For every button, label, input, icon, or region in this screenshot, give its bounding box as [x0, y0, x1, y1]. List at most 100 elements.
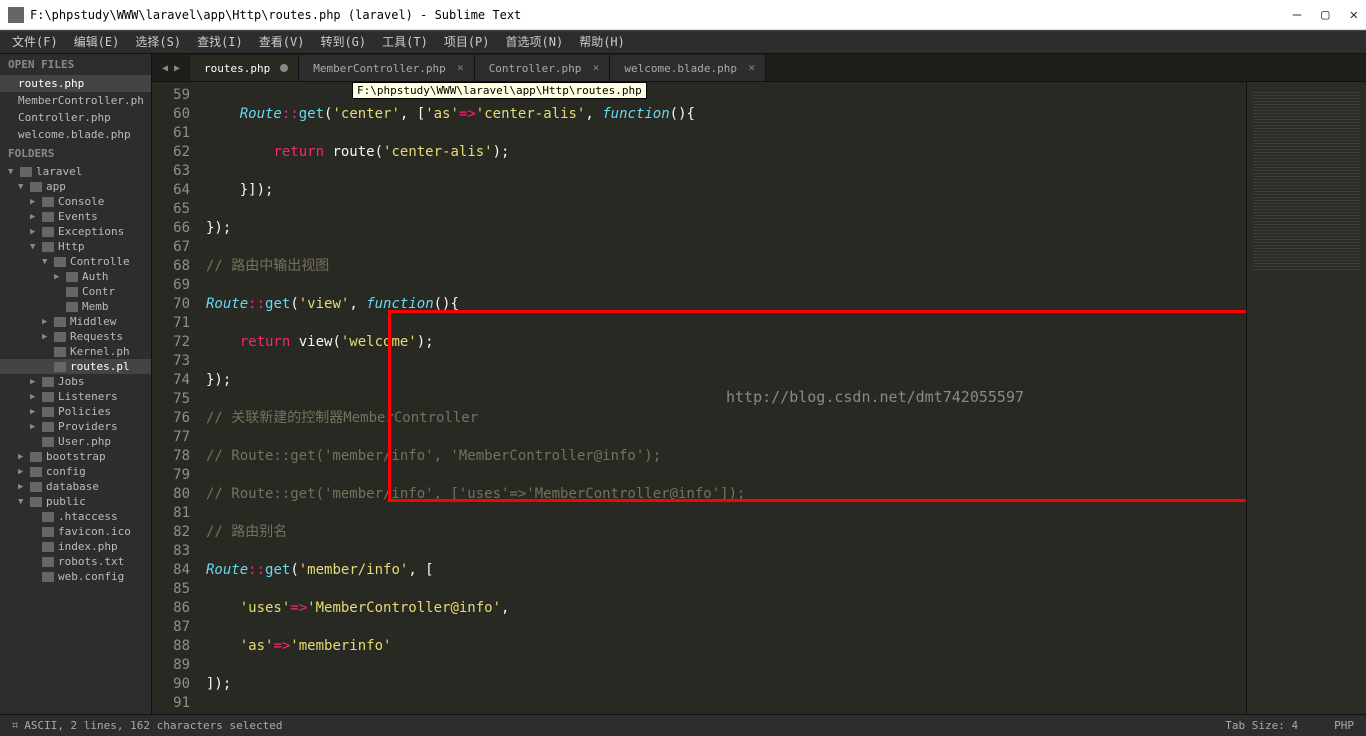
tree-item-label: public [46, 495, 86, 508]
statusbar: ⌗ ASCII, 2 lines, 162 characters selecte… [0, 714, 1366, 736]
tree-item[interactable]: ▼Controlle [0, 254, 151, 269]
tree-item[interactable]: Kernel.ph [0, 344, 151, 359]
status-tabsize[interactable]: Tab Size: 4 [1225, 719, 1298, 732]
menu-goto[interactable]: 转到(G) [312, 30, 374, 54]
chevron-icon: ▼ [18, 182, 26, 192]
close-icon[interactable]: × [593, 61, 600, 74]
tree-item[interactable]: .htaccess [0, 509, 151, 524]
menu-help[interactable]: 帮助(H) [571, 30, 633, 54]
tab-membercontroller[interactable]: MemberController.php× [299, 55, 474, 81]
tree-item[interactable]: ▶Requests [0, 329, 151, 344]
status-syntax[interactable]: PHP [1334, 719, 1354, 732]
tree-item[interactable]: Contr [0, 284, 151, 299]
tree-item-label: app [46, 180, 66, 193]
tree-item[interactable]: ▶Middlew [0, 314, 151, 329]
tree-item-label: Events [58, 210, 98, 223]
chevron-icon: ▶ [30, 407, 38, 417]
menu-select[interactable]: 选择(S) [127, 30, 189, 54]
tree-item[interactable]: index.php [0, 539, 151, 554]
folder-tree: ▼ laravel ▼ app▶Console ▶ Events▶Exceptions▼H… [0, 164, 151, 584]
close-button[interactable]: ✕ [1350, 7, 1358, 23]
dirty-indicator-icon [280, 64, 288, 72]
tree-item[interactable]: routes.pl [0, 359, 151, 374]
file-icon [54, 347, 66, 357]
tab-controller[interactable]: Controller.php × [475, 55, 611, 81]
tab-nav[interactable]: ◀ ▶ [152, 55, 190, 81]
folder-icon [42, 407, 54, 417]
tree-item[interactable]: ▼Http [0, 239, 151, 254]
folder-icon [42, 242, 54, 252]
chevron-icon: ▶ [30, 212, 38, 222]
tab-routes[interactable]: routes.php [190, 55, 299, 81]
folder-icon [42, 227, 54, 237]
tab-label: welcome.blade.php [624, 62, 737, 75]
tree-item[interactable]: ▶Jobs [0, 374, 151, 389]
menu-find[interactable]: 查找(I) [189, 30, 251, 54]
folder-icon [42, 392, 54, 402]
tree-item[interactable]: ▼ laravel [0, 164, 151, 179]
folders-label: FOLDERS [0, 143, 151, 164]
tree-item[interactable]: ▶Policies [0, 404, 151, 419]
file-icon [42, 437, 54, 447]
tree-item[interactable]: ▶ Events [0, 209, 151, 224]
open-files-label: OPEN FILES [0, 54, 151, 75]
menu-view[interactable]: 查看(V) [251, 30, 313, 54]
file-icon [42, 557, 54, 567]
tree-item[interactable]: ▶Providers [0, 419, 151, 434]
file-icon [42, 527, 54, 537]
tree-item[interactable]: User.php [0, 434, 151, 449]
menubar: 文件(F) 编辑(E) 选择(S) 查找(I) 查看(V) 转到(G) 工具(T… [0, 30, 1366, 54]
menu-prefs[interactable]: 首选项(N) [498, 30, 572, 54]
folder-icon [54, 332, 66, 342]
chevron-icon: ▶ [18, 452, 26, 462]
menu-file[interactable]: 文件(F) [4, 30, 66, 54]
tree-item[interactable]: robots.txt [0, 554, 151, 569]
minimize-button[interactable]: — [1293, 7, 1301, 23]
tree-item-label: index.php [58, 540, 118, 553]
open-file-item[interactable]: welcome.blade.php [0, 126, 151, 143]
editor[interactable]: 5960616263646566676869707172737475767778… [152, 82, 1366, 714]
tree-item-label: database [46, 480, 99, 493]
tree-item-label: web.config [58, 570, 124, 583]
tree-item-label: laravel [36, 165, 82, 178]
menu-edit[interactable]: 编辑(E) [66, 30, 128, 54]
tree-item[interactable]: web.config [0, 569, 151, 584]
tree-item-label: Providers [58, 420, 118, 433]
tab-welcome[interactable]: welcome.blade.php × [610, 55, 766, 81]
code-area[interactable]: Route::get('center', ['as'=>'center-alis… [200, 82, 1246, 714]
tree-item[interactable]: ▶Auth [0, 269, 151, 284]
tree-item[interactable]: favicon.ico [0, 524, 151, 539]
open-file-item[interactable]: MemberController.ph [0, 92, 151, 109]
tree-item[interactable]: ▼ public [0, 494, 151, 509]
tree-item[interactable]: Memb [0, 299, 151, 314]
tree-item[interactable]: ▶Exceptions [0, 224, 151, 239]
folder-icon [30, 482, 42, 492]
tab-label: Controller.php [489, 62, 582, 75]
folder-icon [42, 422, 54, 432]
maximize-button[interactable]: ▢ [1321, 7, 1329, 23]
tree-item[interactable]: ▶bootstrap [0, 449, 151, 464]
folder-icon [20, 167, 32, 177]
close-icon[interactable]: × [748, 61, 755, 74]
close-icon[interactable]: × [457, 61, 464, 74]
tree-item[interactable]: ▼ app [0, 179, 151, 194]
tree-item[interactable]: ▶ database [0, 479, 151, 494]
file-icon [66, 302, 78, 312]
open-file-item[interactable]: routes.php [0, 75, 151, 92]
tree-item[interactable]: ▶Listeners [0, 389, 151, 404]
tab-tooltip: F:\phpstudy\WWW\laravel\app\Http\routes.… [352, 82, 647, 99]
folder-icon [54, 257, 66, 267]
chevron-icon: ▶ [18, 482, 26, 492]
tree-item[interactable]: ▶Console [0, 194, 151, 209]
tree-item[interactable]: ▶config [0, 464, 151, 479]
chevron-icon: ▼ [18, 497, 26, 507]
sidebar: OPEN FILES routes.php MemberController.p… [0, 54, 152, 714]
tree-item-label: Requests [70, 330, 123, 343]
minimap[interactable] [1246, 82, 1366, 714]
gutter[interactable]: 5960616263646566676869707172737475767778… [152, 82, 200, 714]
menu-project[interactable]: 项目(P) [436, 30, 498, 54]
menu-tools[interactable]: 工具(T) [374, 30, 436, 54]
open-file-item[interactable]: Controller.php [0, 109, 151, 126]
tree-item-label: Listeners [58, 390, 118, 403]
chevron-icon: ▼ [8, 167, 16, 177]
